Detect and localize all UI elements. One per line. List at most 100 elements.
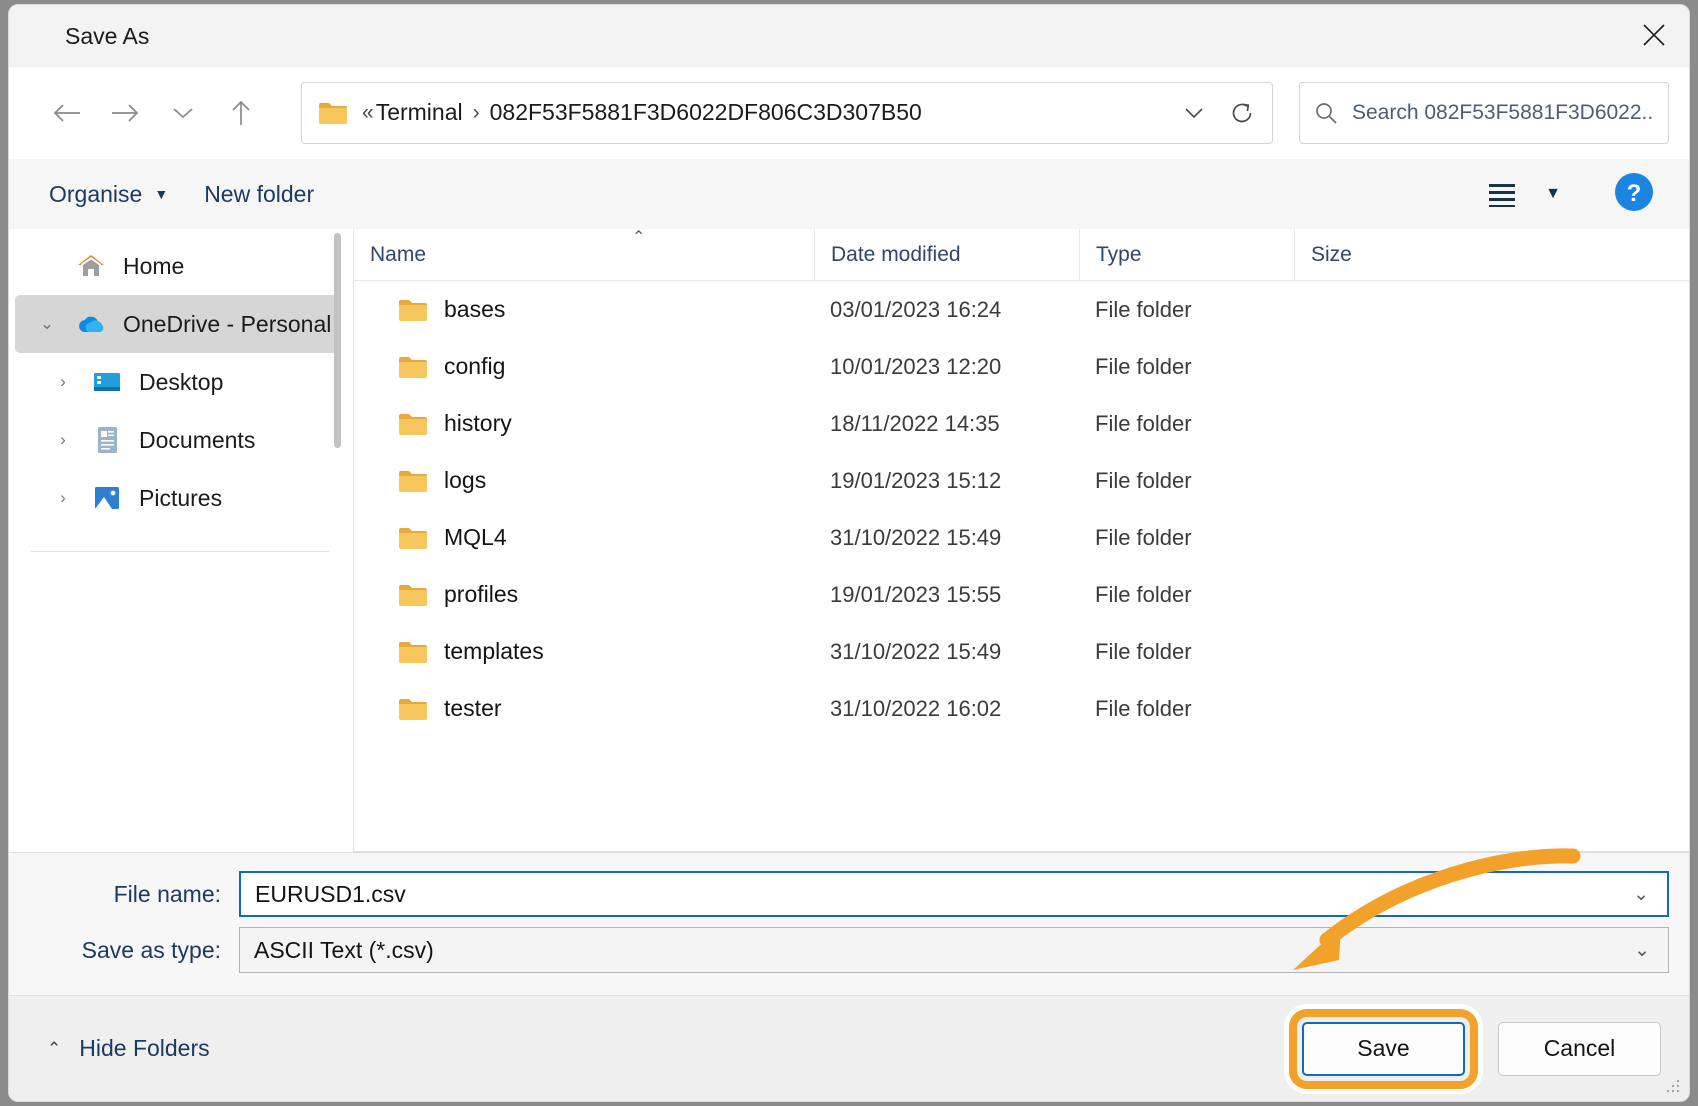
up-one-level-button[interactable] [217, 89, 265, 137]
back-button[interactable] [43, 89, 91, 137]
arrow-right-icon [112, 103, 139, 122]
breadcrumb-overflow[interactable]: « [362, 101, 374, 125]
cancel-button[interactable]: Cancel [1498, 1021, 1661, 1076]
hide-folders-button[interactable]: ⌃ Hide Folders [33, 1025, 224, 1072]
chevron-right-icon[interactable]: › [41, 488, 85, 508]
file-row-name: history [354, 410, 814, 437]
desktop-icon [85, 369, 129, 395]
sidebar-scrollbar[interactable] [334, 233, 341, 448]
search-icon [1314, 101, 1338, 125]
dialog-footer: ⌃ Hide Folders Save Cancel [9, 995, 1689, 1101]
address-bar[interactable]: « Terminal › 082F53F5881F3D6022DF806C3D3… [301, 81, 1273, 144]
column-header-label: Name [370, 242, 427, 266]
navigation-bar: « Terminal › 082F53F5881F3D6022DF806C3D3… [9, 67, 1689, 159]
save-as-dialog: Save As « Terminal › 082F53F5881F3D6022D… [8, 4, 1690, 1102]
save-button-highlight-wrapper: Save [1289, 1008, 1478, 1089]
organise-button[interactable]: Organise ▼ [31, 171, 186, 218]
file-row-date: 31/10/2022 16:02 [830, 695, 1002, 721]
file-row-name: profiles [354, 581, 814, 608]
dialog-body: Home ⌄ OneDrive - Personal › Desktop › D… [9, 228, 1689, 852]
chevron-down-icon[interactable]: ⌄ [25, 314, 69, 334]
close-icon [1643, 24, 1665, 46]
new-folder-button[interactable]: New folder [186, 171, 332, 218]
folder-icon [398, 354, 428, 380]
navigation-sidebar: Home ⌄ OneDrive - Personal › Desktop › D… [9, 229, 354, 852]
sidebar-item-documents[interactable]: › Documents [31, 411, 341, 469]
pictures-icon [85, 484, 129, 512]
file-row-name: tester [354, 695, 814, 722]
column-header-label: Date modified [831, 242, 961, 266]
chevron-down-icon[interactable]: ⌄ [1633, 883, 1657, 906]
save-button[interactable]: Save [1302, 1021, 1465, 1076]
file-row-type: File folder [1095, 296, 1192, 322]
chevron-down-icon[interactable]: ▼ [1545, 185, 1561, 203]
file-name-input[interactable]: EURUSD1.csv ⌄ [239, 871, 1669, 917]
column-header-label: Type [1096, 242, 1142, 266]
column-header-type[interactable]: Type [1079, 228, 1294, 281]
file-row-date: 10/01/2023 12:20 [830, 353, 1002, 379]
address-dropdown-button[interactable] [1170, 89, 1218, 137]
file-row-date: 03/01/2023 16:24 [830, 296, 1002, 322]
table-row[interactable]: MQL4 31/10/2022 15:49 File folder [354, 509, 1689, 566]
column-header-date-modified[interactable]: Date modified [814, 228, 1079, 281]
sidebar-item-onedrive-personal[interactable]: ⌄ OneDrive - Personal [15, 295, 341, 353]
chevron-right-icon[interactable]: › [41, 430, 85, 450]
sidebar-item-desktop[interactable]: › Desktop [31, 353, 341, 411]
file-name-text: MQL4 [444, 524, 507, 550]
search-input[interactable]: Search 082F53F5881F3D6022... [1352, 101, 1654, 125]
file-name-text: config [444, 353, 506, 379]
column-header-row: Name ⌃ Date modified Type Size [354, 228, 1689, 281]
file-row-name: logs [354, 467, 814, 494]
table-row[interactable]: history 18/11/2022 14:35 File folder [354, 395, 1689, 452]
arrow-left-icon [53, 103, 80, 122]
view-options-button[interactable] [1479, 174, 1525, 214]
folder-icon [318, 100, 348, 126]
help-button[interactable]: ? [1613, 171, 1655, 218]
chevron-down-icon[interactable]: ⌄ [1634, 939, 1658, 962]
column-header-size[interactable]: Size [1294, 228, 1454, 281]
dialog-title: Save As [65, 22, 150, 49]
save-as-type-row: Save as type: ASCII Text (*.csv) ⌄ [9, 927, 1689, 973]
folder-icon [398, 411, 428, 437]
sidebar-item-label: Home [123, 252, 185, 279]
folder-icon [398, 525, 428, 551]
refresh-icon [1232, 102, 1252, 122]
table-row[interactable]: config 10/01/2023 12:20 File folder [354, 338, 1689, 395]
save-as-type-select[interactable]: ASCII Text (*.csv) ⌄ [239, 927, 1669, 973]
chevron-right-icon[interactable]: › [41, 372, 85, 392]
table-row[interactable]: profiles 19/01/2023 15:55 File folder [354, 566, 1689, 623]
forward-button[interactable] [101, 89, 149, 137]
file-row-name: MQL4 [354, 524, 814, 551]
file-name-text: tester [444, 695, 502, 721]
recent-locations-button[interactable] [159, 89, 207, 137]
sidebar-item-pictures[interactable]: › Pictures [31, 469, 341, 527]
file-name-text: history [444, 410, 512, 436]
save-button-label: Save [1357, 1035, 1410, 1061]
table-row[interactable]: logs 19/01/2023 15:12 File folder [354, 452, 1689, 509]
sidebar-item-home[interactable]: Home [15, 237, 341, 295]
organise-label: Organise [49, 180, 143, 207]
cancel-button-label: Cancel [1543, 1035, 1616, 1061]
file-list-pane: Name ⌃ Date modified Type Size bases 03/0… [354, 228, 1689, 852]
close-button[interactable] [1619, 5, 1689, 65]
onedrive-cloud-icon [69, 312, 113, 336]
table-row[interactable]: templates 31/10/2022 15:49 File folder [354, 623, 1689, 680]
breadcrumb-item-terminal[interactable]: Terminal [376, 99, 463, 126]
file-row-date: 19/01/2023 15:55 [830, 581, 1002, 607]
refresh-button[interactable] [1218, 89, 1266, 137]
file-name-row: File name: EURUSD1.csv ⌄ [9, 871, 1689, 917]
sidebar-item-label: Pictures [139, 484, 223, 511]
file-row-date: 19/01/2023 15:12 [830, 467, 1002, 493]
file-row-type: File folder [1095, 695, 1192, 721]
column-header-name[interactable]: Name ⌃ [354, 229, 814, 281]
file-row-name: bases [354, 296, 814, 323]
table-row[interactable]: tester 31/10/2022 16:02 File folder [354, 680, 1689, 737]
search-box[interactable]: Search 082F53F5881F3D6022... [1299, 81, 1669, 144]
file-row-date: 31/10/2022 15:49 [830, 524, 1002, 550]
breadcrumb-item-folder-id[interactable]: 082F53F5881F3D6022DF806C3D307B50 [490, 99, 922, 126]
resize-grip[interactable] [1665, 1078, 1681, 1094]
file-name-label: File name: [113, 880, 221, 907]
file-row-type: File folder [1095, 467, 1192, 493]
table-row[interactable]: bases 03/01/2023 16:24 File folder [354, 281, 1689, 338]
folder-icon [398, 696, 428, 722]
